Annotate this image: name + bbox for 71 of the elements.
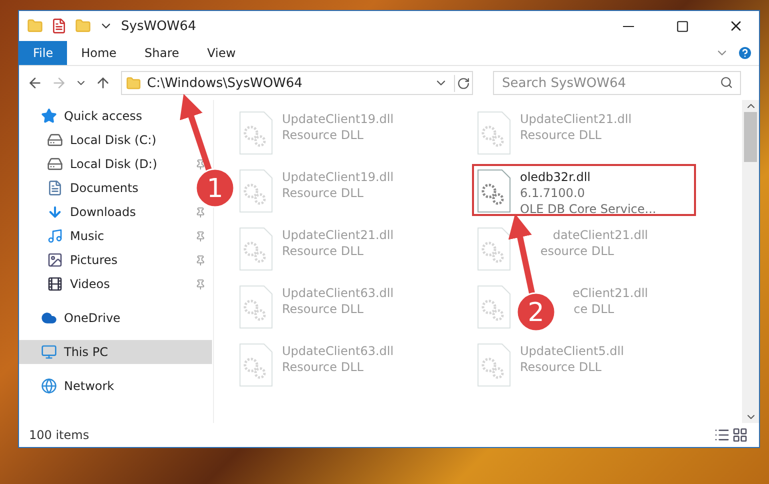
- file-detail: Resource DLL: [282, 127, 364, 143]
- file-name: UpdateClient21.dll: [282, 227, 394, 243]
- refresh-button[interactable]: [454, 74, 472, 92]
- gear-file-icon: [238, 111, 274, 155]
- file-name: UpdateClient19.dll: [282, 169, 394, 185]
- drive-icon: [47, 132, 63, 148]
- file-item[interactable]: oledb32r.dll 6.1.7100.0 OLE DB Core Service...: [472, 164, 696, 216]
- folder-icon: [27, 18, 43, 34]
- nav-item[interactable]: Network: [19, 374, 212, 398]
- file-detail: Resource DLL: [520, 127, 602, 143]
- file-detail: Resource DLL: [282, 185, 364, 201]
- file-detail: Resource DLL: [282, 243, 364, 259]
- download-icon: [47, 204, 63, 220]
- document-icon: [47, 180, 63, 196]
- file-detail: esource DLL: [540, 243, 614, 259]
- gear-file-icon: [476, 227, 512, 271]
- drive-icon: [47, 156, 63, 172]
- gear-file-icon: [476, 169, 512, 213]
- ribbon-tab[interactable]: Share: [130, 41, 194, 65]
- help-icon[interactable]: [737, 45, 753, 61]
- address-bar[interactable]: C:\Windows\SysWOW64: [121, 71, 473, 95]
- nav-item[interactable]: OneDrive: [19, 306, 212, 330]
- nav-item[interactable]: Music: [19, 224, 187, 248]
- tiles-view-button[interactable]: [731, 426, 749, 444]
- gear-file-icon: [238, 169, 274, 213]
- gear-file-icon: [238, 227, 274, 271]
- ribbon-tab[interactable]: View: [193, 41, 250, 65]
- properties-icon[interactable]: [51, 18, 67, 34]
- scroll-thumb[interactable]: [744, 112, 757, 162]
- nav-item[interactable]: Videos: [19, 272, 187, 296]
- network-icon: [41, 378, 57, 394]
- file-name: eClient21.dll: [572, 285, 648, 301]
- picture-icon: [47, 252, 63, 268]
- grid-icon: [732, 427, 748, 443]
- maximize-icon: [676, 20, 688, 32]
- ribbon-tab[interactable]: File: [19, 41, 68, 65]
- ribbon-tab[interactable]: Home: [67, 41, 131, 65]
- file-name: UpdateClient19.dll: [282, 111, 394, 127]
- scrollbar[interactable]: [742, 100, 759, 423]
- file-detail: Resource DLL: [282, 301, 364, 317]
- gear-file-icon: [476, 343, 512, 387]
- cloud-icon: [41, 310, 57, 326]
- file-name: oledb32r.dll: [520, 169, 590, 185]
- film-icon: [47, 276, 63, 292]
- search-icon: [720, 76, 733, 89]
- gear-file-icon: [476, 111, 512, 155]
- file-detail: Resource DLL: [520, 359, 602, 375]
- file-name: UpdateClient5.dll: [520, 343, 624, 359]
- music-icon: [47, 228, 63, 244]
- folder-icon: [126, 76, 141, 90]
- file-name: UpdateClient63.dll: [282, 343, 394, 359]
- file-name: dateClient21.dll: [552, 227, 648, 243]
- file-name: UpdateClient63.dll: [282, 285, 394, 301]
- refresh-icon: [457, 76, 470, 90]
- gear-file-icon: [238, 285, 274, 329]
- item-count: 100 items: [29, 428, 90, 442]
- search-field[interactable]: Search SysWOW64: [493, 71, 741, 95]
- file-name: UpdateClient21.dll: [520, 111, 632, 127]
- file-detail: ce DLL: [574, 301, 614, 317]
- star-icon: [41, 108, 57, 124]
- address-path: C:\Windows\SysWOW64: [147, 76, 304, 90]
- file-detail: 6.1.7100.0: [520, 185, 585, 201]
- gear-file-icon: [238, 343, 274, 387]
- nav-item[interactable]: Pictures: [19, 248, 187, 272]
- window-title: SysWOW64: [121, 18, 198, 34]
- file-detail: Resource DLL: [282, 359, 364, 375]
- monitor-icon: [41, 344, 57, 360]
- file-detail: OLE DB Core Service...: [520, 201, 656, 217]
- nav-item[interactable]: This PC: [19, 340, 212, 364]
- gear-file-icon: [476, 285, 512, 329]
- list-icon: [714, 427, 730, 443]
